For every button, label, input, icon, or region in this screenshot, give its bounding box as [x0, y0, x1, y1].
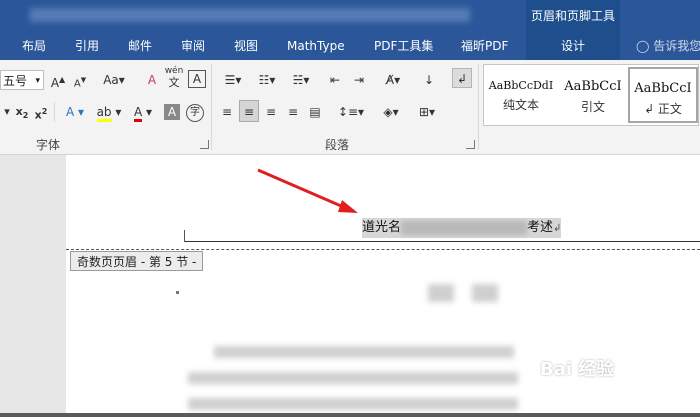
blurred-paragraph	[214, 346, 514, 358]
section-header-tag: 奇数页页眉 - 第 5 节 -	[70, 251, 204, 271]
shading-icon[interactable]: ◈▾	[376, 102, 406, 122]
increase-indent-icon[interactable]: ⇥	[350, 70, 368, 90]
tab-layout[interactable]: 布局	[22, 32, 46, 60]
align-center-icon[interactable]: ≡	[239, 100, 259, 122]
character-border-icon[interactable]: A	[188, 70, 206, 88]
text-effects-icon[interactable]: A ▾	[60, 102, 90, 122]
justify-icon[interactable]: ≡	[284, 102, 302, 122]
chinese-layout-icon[interactable]: A̸▾	[378, 70, 408, 90]
style-name: 引文	[580, 100, 605, 114]
align-right-icon[interactable]: ≡	[262, 102, 280, 122]
document-title-blurred	[30, 8, 470, 22]
style-plain-text[interactable]: AaBbCcDdI 纯文本	[486, 67, 556, 123]
styles-gallery: AaBbCcDdI 纯文本 AaBbCcI 引文 AaBbCcI ↲ 正文	[483, 64, 699, 126]
style-name: 纯文本	[502, 98, 539, 112]
paragraph-mark: ↲	[553, 223, 562, 234]
divider	[211, 64, 212, 150]
decrease-indent-icon[interactable]: ⇤	[326, 70, 344, 90]
header-boundary	[66, 249, 700, 250]
bottom-bar	[0, 413, 700, 417]
header-prefix: 道光名	[362, 220, 402, 235]
grow-font-icon[interactable]: A▲	[50, 70, 66, 93]
shrink-font-icon[interactable]: A▼	[72, 70, 88, 94]
tab-foxit-pdf[interactable]: 福昕PDF	[461, 32, 508, 60]
margin-corner-mark	[184, 230, 185, 242]
change-case-icon[interactable]: Aa▾	[99, 70, 129, 90]
header-suffix: 考述	[527, 220, 554, 235]
font-dialog-launcher-icon[interactable]	[200, 140, 209, 149]
font-size-value: 五号	[3, 74, 28, 88]
header-rule	[184, 241, 700, 242]
style-sample: AaBbCcI	[634, 81, 692, 96]
chevron-down-icon: ▾	[35, 76, 40, 86]
header-redacted	[401, 220, 528, 235]
strikethrough-icon[interactable]: x2	[14, 102, 30, 126]
divider	[478, 64, 479, 150]
tab-design[interactable]: 设计	[526, 32, 620, 60]
borders-icon[interactable]: ⊞▾	[412, 102, 442, 122]
sort-icon[interactable]: ↓	[420, 70, 438, 90]
multilevel-list-icon[interactable]: ☵▾	[286, 70, 316, 90]
line-spacing-icon[interactable]: ↕≡▾	[336, 102, 366, 122]
tab-references[interactable]: 引用	[75, 32, 99, 60]
tab-mailings[interactable]: 邮件	[128, 32, 152, 60]
font-size-combo[interactable]: 五号 ▾	[0, 70, 44, 90]
tell-me-text: 告诉我您	[653, 39, 700, 53]
divider	[54, 102, 55, 122]
enclose-character-icon[interactable]: 字	[186, 104, 204, 122]
style-sample: AaBbCcI	[564, 79, 622, 94]
style-name: ↲ 正文	[644, 102, 682, 116]
tab-review[interactable]: 审阅	[181, 32, 205, 60]
tab-view[interactable]: 视图	[234, 32, 258, 60]
underline-icon[interactable]: ▾	[0, 102, 14, 122]
paragraph-group-label: 段落	[325, 138, 350, 152]
numbering-icon[interactable]: ☷▾	[252, 70, 282, 90]
show-marks-icon[interactable]: ↲	[452, 68, 472, 88]
distributed-icon[interactable]: ▤	[306, 102, 324, 122]
clear-format-icon[interactable]: A	[144, 70, 160, 90]
lightbulb-icon: ◯	[636, 39, 650, 53]
tab-pdf-tools[interactable]: PDF工具集	[374, 32, 433, 60]
tell-me-search[interactable]: ◯ 告诉我您	[636, 32, 700, 60]
blurred-paragraph	[188, 372, 518, 384]
font-color-icon[interactable]: A ▾	[128, 102, 158, 122]
blurred-title	[428, 284, 454, 302]
blurred-paragraph	[188, 398, 518, 410]
tab-mathtype[interactable]: MathType	[287, 32, 345, 60]
highlight-icon[interactable]: ab ▾	[94, 102, 124, 122]
header-footer-tools-label: 页眉和页脚工具	[526, 0, 620, 32]
font-group-label: 字体	[36, 138, 61, 152]
paragraph-dialog-launcher-icon[interactable]	[466, 140, 475, 149]
ribbon: 五号 ▾ A▲ A▼ Aa▾ A wén 文 A ▾ x2 x2 A ▾ ab …	[0, 60, 700, 155]
phonetic-guide-icon[interactable]: wén 文	[164, 66, 184, 88]
phonetic-bottom: 文	[168, 76, 180, 89]
superscript-icon[interactable]: x2	[33, 102, 49, 126]
style-normal[interactable]: AaBbCcI ↲ 正文	[628, 67, 698, 123]
style-sample: AaBbCcDdI	[488, 79, 554, 92]
bullets-icon[interactable]: ☰▾	[218, 70, 248, 90]
baidu-watermark: Bai 经验	[540, 359, 615, 380]
ribbon-tabs: 布局 引用 邮件 审阅 视图 MathType PDF工具集 福昕PDF 设计 …	[0, 32, 700, 60]
style-quote[interactable]: AaBbCcI 引文	[558, 67, 628, 123]
red-arrow-icon	[257, 168, 358, 213]
header-text[interactable]: 道光名 考述↲	[362, 218, 562, 238]
align-left-icon[interactable]: ≡	[218, 102, 236, 122]
character-shading-icon[interactable]: A	[164, 104, 180, 120]
blurred-title	[472, 284, 498, 302]
cursor-mark	[176, 291, 179, 294]
